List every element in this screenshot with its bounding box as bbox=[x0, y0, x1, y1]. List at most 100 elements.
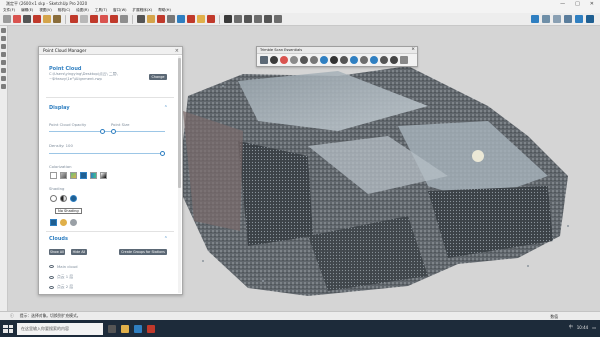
sketchup-icon[interactable] bbox=[147, 324, 155, 333]
camera-iso-icon[interactable] bbox=[224, 15, 232, 23]
left-tool-icon[interactable] bbox=[1, 36, 6, 41]
follow-me-icon[interactable] bbox=[110, 15, 118, 23]
minimize-button[interactable]: — bbox=[560, 1, 565, 7]
rotate-icon[interactable] bbox=[90, 15, 98, 23]
style-textured-icon[interactable] bbox=[575, 15, 583, 23]
taskbar-search[interactable]: 在这里输入你要搜索的内容 bbox=[17, 322, 103, 335]
panel-scrollbar[interactable] bbox=[178, 56, 181, 293]
browser-icon[interactable] bbox=[134, 324, 142, 333]
refresh-icon[interactable] bbox=[360, 56, 368, 64]
cloud-list-item[interactable]: Main cloud bbox=[49, 264, 78, 269]
edge-icon[interactable] bbox=[350, 56, 358, 64]
shading-option-icon[interactable] bbox=[70, 219, 77, 226]
camera-left-icon[interactable] bbox=[274, 15, 282, 23]
camera-back-icon[interactable] bbox=[264, 15, 272, 23]
extension-manager-icon[interactable] bbox=[207, 15, 215, 23]
colorization-none[interactable] bbox=[50, 172, 57, 179]
close-cloud-icon[interactable] bbox=[280, 56, 288, 64]
left-tool-icon[interactable] bbox=[1, 76, 6, 81]
extension-warehouse-icon[interactable] bbox=[187, 15, 195, 23]
colorization-classification[interactable] bbox=[90, 172, 97, 179]
colorization-scan[interactable] bbox=[100, 172, 107, 179]
select-points-icon[interactable] bbox=[290, 56, 298, 64]
shading-none-icon[interactable] bbox=[50, 195, 57, 202]
fit-icon[interactable] bbox=[370, 56, 378, 64]
half-circle-icon[interactable] bbox=[330, 56, 338, 64]
scanbar-close-icon[interactable]: × bbox=[411, 47, 415, 52]
orbit-icon[interactable] bbox=[137, 15, 145, 23]
panel-close-icon[interactable]: × bbox=[175, 48, 179, 54]
push-pull-icon[interactable] bbox=[53, 15, 61, 23]
point-size-slider-knob[interactable] bbox=[111, 129, 116, 134]
camera-front-icon[interactable] bbox=[244, 15, 252, 23]
eraser-icon[interactable] bbox=[13, 15, 21, 23]
hide-all-button[interactable]: Hide All bbox=[71, 249, 87, 255]
style-shaded-icon[interactable] bbox=[564, 15, 572, 23]
layers-icon[interactable] bbox=[310, 56, 318, 64]
shading-option-icon[interactable] bbox=[60, 219, 67, 226]
change-button[interactable]: Change bbox=[149, 74, 167, 80]
style-wireframe-icon[interactable] bbox=[542, 15, 550, 23]
show-all-button[interactable]: Show All bbox=[49, 249, 65, 255]
folder-icon[interactable] bbox=[260, 56, 268, 64]
shading-option-icon[interactable] bbox=[50, 219, 57, 226]
left-tool-icon[interactable] bbox=[1, 68, 6, 73]
arc-icon[interactable] bbox=[33, 15, 41, 23]
measure-icon[interactable] bbox=[380, 56, 388, 64]
offset-icon[interactable] bbox=[70, 15, 78, 23]
eye-icon[interactable] bbox=[49, 265, 54, 268]
clip-icon[interactable] bbox=[340, 56, 348, 64]
explorer-icon[interactable] bbox=[121, 324, 129, 333]
region-icon[interactable] bbox=[300, 56, 308, 64]
colorization-intensity[interactable] bbox=[60, 172, 67, 179]
warehouse-icon[interactable] bbox=[177, 15, 185, 23]
pan-icon[interactable] bbox=[147, 15, 155, 23]
eye-icon[interactable] bbox=[49, 275, 54, 279]
rectangle-icon[interactable] bbox=[43, 15, 51, 23]
tape-measure-icon[interactable] bbox=[120, 15, 128, 23]
cloud-list-item[interactable]: 点云 2 层 bbox=[49, 284, 73, 290]
info-icon[interactable]: ⓘ bbox=[10, 313, 14, 319]
shading-half-icon[interactable] bbox=[60, 195, 67, 202]
style-monochrome-icon[interactable] bbox=[586, 15, 594, 23]
line-icon[interactable] bbox=[400, 56, 408, 64]
point-icon[interactable] bbox=[390, 56, 398, 64]
eye-icon[interactable] bbox=[49, 285, 54, 289]
layout-icon[interactable] bbox=[197, 15, 205, 23]
zoom-icon[interactable] bbox=[157, 15, 165, 23]
left-tool-icon[interactable] bbox=[1, 60, 6, 65]
section-clouds[interactable]: Clouds bbox=[49, 236, 68, 242]
opacity-slider-track[interactable] bbox=[49, 131, 165, 132]
camera-right-icon[interactable] bbox=[254, 15, 262, 23]
create-groups-button[interactable]: Create Groups for Stations bbox=[119, 249, 167, 255]
gear-icon[interactable] bbox=[270, 56, 278, 64]
cloud-list-item[interactable]: 点云 1 层 bbox=[49, 274, 73, 280]
start-icon[interactable] bbox=[3, 324, 13, 333]
notification-icon[interactable]: ▭ bbox=[592, 325, 596, 330]
move-icon[interactable] bbox=[80, 15, 88, 23]
style-hidden-line-icon[interactable] bbox=[553, 15, 561, 23]
maximize-button[interactable]: □ bbox=[575, 1, 580, 7]
colorization-rgb[interactable] bbox=[70, 172, 77, 179]
density-slider-track[interactable] bbox=[49, 153, 165, 154]
left-tool-icon[interactable] bbox=[1, 44, 6, 49]
style-xray-icon[interactable] bbox=[531, 15, 539, 23]
colorization-elevation[interactable] bbox=[80, 172, 87, 179]
select-tool-icon[interactable] bbox=[3, 15, 11, 23]
pencil-icon[interactable] bbox=[23, 15, 31, 23]
left-tool-icon[interactable] bbox=[1, 28, 6, 33]
chevron-up-icon[interactable]: ⌃ bbox=[164, 236, 168, 242]
section-display[interactable]: Display bbox=[49, 105, 70, 111]
left-tool-icon[interactable] bbox=[1, 52, 6, 57]
language-indicator[interactable]: 中 bbox=[569, 324, 573, 330]
shading-full-icon[interactable] bbox=[70, 195, 77, 202]
plane-icon[interactable] bbox=[320, 56, 328, 64]
zoom-extents-icon[interactable] bbox=[167, 15, 175, 23]
chevron-up-icon[interactable]: ⌃ bbox=[164, 105, 168, 111]
opacity-slider-knob[interactable] bbox=[100, 129, 105, 134]
left-tool-icon[interactable] bbox=[1, 84, 6, 89]
scale-icon[interactable] bbox=[100, 15, 108, 23]
close-button[interactable]: ✕ bbox=[590, 1, 594, 7]
panel-scroll-thumb[interactable] bbox=[178, 58, 181, 188]
density-slider-knob[interactable] bbox=[160, 151, 165, 156]
